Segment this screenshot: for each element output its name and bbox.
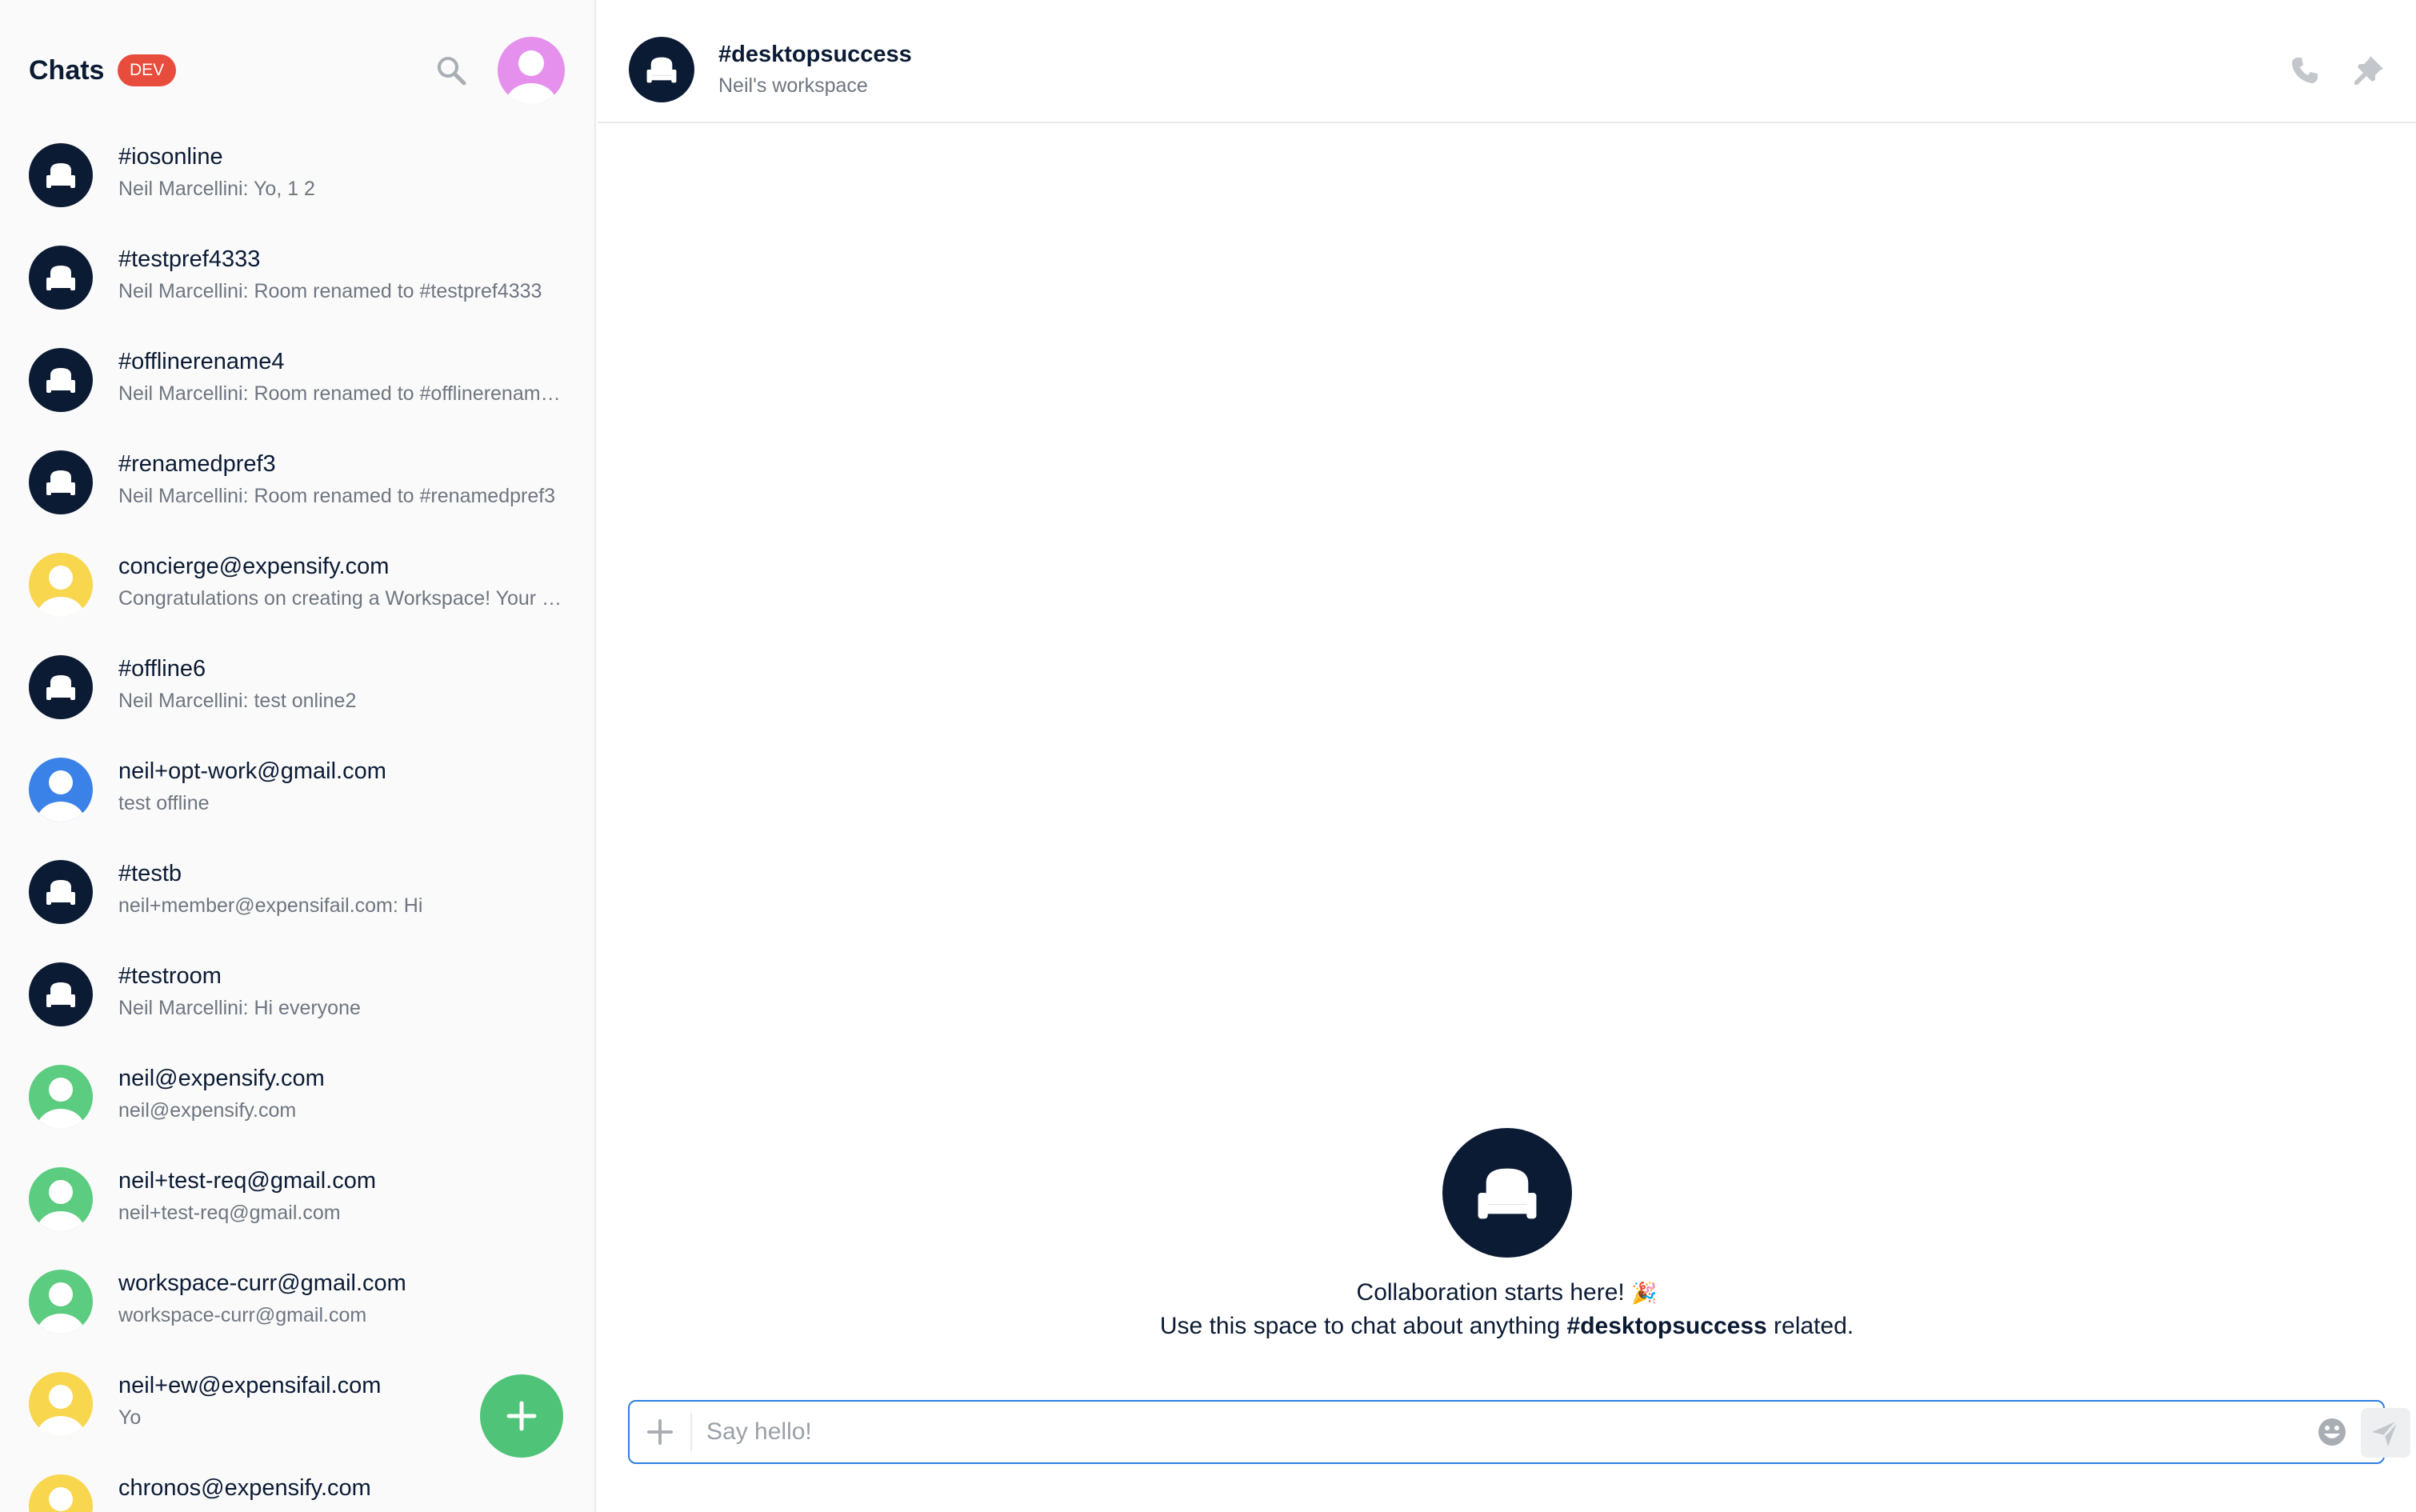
env-badge: DEV [118, 54, 177, 86]
phone-icon[interactable] [2287, 53, 2322, 88]
search-icon[interactable] [434, 53, 469, 88]
chat-name: neil+test-req@gmail.com [118, 1168, 376, 1194]
add-attachment-icon[interactable] [642, 1414, 678, 1450]
room-avatar [29, 246, 93, 310]
user-avatar [29, 1065, 93, 1129]
chat-preview: neil+test-req@gmail.com [118, 1202, 341, 1224]
composer-divider [690, 1413, 692, 1451]
party-popper-icon: 🎉 [1631, 1281, 1658, 1305]
chat-name: #testpref4333 [118, 246, 261, 272]
room-icon [46, 163, 75, 188]
room-icon [46, 266, 75, 290]
user-icon [37, 1282, 85, 1334]
chat-preview: Neil Marcellini: Room renamed to #testpr… [118, 280, 542, 302]
chat-preview: test offline [118, 792, 210, 814]
room-avatar[interactable] [629, 37, 694, 102]
chat-list-item[interactable]: #offlinerename4 Neil Marcellini: Room ren… [0, 333, 594, 435]
room-avatar [29, 962, 93, 1026]
user-avatar [29, 1167, 93, 1231]
user-avatar [29, 1270, 93, 1334]
room-icon [46, 470, 75, 495]
welcome-desc-prefix: Use this space to chat about anything [1159, 1313, 1567, 1339]
chat-preview: Neil Marcellini: test online2 [118, 690, 357, 712]
user-icon [37, 770, 85, 822]
message-input[interactable] [706, 1410, 2226, 1454]
chat-name: neil@expensify.com [118, 1066, 325, 1091]
chat-preview: Neil Marcellini: Hi everyone [118, 997, 361, 1019]
user-icon [49, 1487, 73, 1511]
chat-name: #offlinerename4 [118, 349, 285, 374]
chat-list-item[interactable]: neil+test-req@gmail.com neil+test-req@gma… [0, 1152, 594, 1254]
chat-name: #testb [118, 861, 182, 886]
emoji-icon[interactable] [2316, 1416, 2348, 1448]
chat-list-item[interactable]: concierge@expensify.com Congratulations o… [0, 538, 594, 640]
chat-preview: Congratulations on creating a Workspace!… [118, 587, 562, 610]
chat-list-item[interactable]: neil@expensify.com neil@expensify.com [0, 1050, 594, 1152]
chat-name: chronos@expensify.com [118, 1475, 371, 1501]
chat-list-item[interactable]: chronos@expensify.com [0, 1459, 594, 1512]
room-avatar [29, 860, 93, 924]
message-composer [628, 1400, 2410, 1464]
room-avatar [29, 450, 93, 514]
welcome-description: Use this space to chat about anything #d… [598, 1310, 2416, 1342]
sidebar-header: Chats DEV [0, 0, 594, 136]
chat-preview: neil+member@expensifail.com: Hi [118, 894, 423, 917]
chat-preview: Neil Marcellini: Room renamed to #offlin… [118, 382, 562, 405]
user-icon [37, 1180, 85, 1231]
send-button[interactable] [2361, 1408, 2410, 1458]
user-avatar [29, 1372, 93, 1436]
chat-list: #iosonline Neil Marcellini: Yo, 1 2 #testp… [0, 128, 594, 1512]
room-subtitle: Neil's workspace [718, 74, 868, 97]
chat-preview: neil@expensify.com [118, 1099, 297, 1122]
room-icon [46, 368, 75, 393]
user-avatar [29, 1474, 93, 1512]
pin-icon[interactable] [2351, 53, 2386, 88]
welcome-room-name: #desktopsuccess [1566, 1313, 1767, 1339]
user-avatar[interactable] [498, 37, 565, 104]
user-avatar [29, 553, 93, 617]
chat-name: #iosonline [118, 144, 223, 170]
chat-list-item[interactable]: neil+opt-work@gmail.com test offline [0, 742, 594, 845]
room-avatar [29, 655, 93, 719]
chat-name: concierge@expensify.com [118, 554, 390, 579]
user-avatar [29, 758, 93, 822]
room-icon [46, 675, 75, 700]
user-icon [37, 1385, 85, 1436]
sidebar-title: Chats [29, 55, 105, 86]
user-icon [37, 1078, 85, 1129]
chat-list-item[interactable]: #iosonline Neil Marcellini: Yo, 1 2 [0, 128, 594, 230]
chat-list-item[interactable]: #testroom Neil Marcellini: Hi everyone [0, 947, 594, 1050]
room-icon [46, 982, 75, 1007]
chat-list-item[interactable]: #testb neil+member@expensifail.com: Hi [0, 845, 594, 947]
chat-main: #desktopsuccess Neil's workspace Collabo… [598, 0, 2416, 1512]
chat-list-item[interactable]: #testpref4333 Neil Marcellini: Room renam… [0, 230, 594, 333]
chat-preview: Neil Marcellini: Room renamed to #rename… [118, 485, 556, 507]
chat-name: #testroom [118, 963, 222, 989]
room-avatar [29, 348, 93, 412]
room-avatar [29, 143, 93, 207]
chat-preview: Neil Marcellini: Yo, 1 2 [118, 178, 315, 200]
chat-list-item[interactable]: workspace-curr@gmail.com workspace-curr@g… [0, 1254, 594, 1357]
chat-header: #desktopsuccess Neil's workspace [598, 0, 2416, 123]
chat-name: workspace-curr@gmail.com [118, 1270, 406, 1296]
welcome-heading: Collaboration starts here! 🎉 [598, 1277, 2416, 1309]
room-icon [46, 880, 75, 905]
welcome-desc-suffix: related. [1766, 1313, 1854, 1339]
user-icon [37, 566, 85, 617]
new-chat-button[interactable] [480, 1374, 563, 1458]
welcome-heading-text: Collaboration starts here! [1356, 1279, 1625, 1306]
sidebar: Chats DEV #iosonline Neil Marcellini: Yo,… [0, 0, 596, 1512]
welcome-room-avatar [1442, 1128, 1572, 1258]
chat-list-item[interactable]: #offline6 Neil Marcellini: test online2 [0, 640, 594, 742]
room-title[interactable]: #desktopsuccess [718, 38, 912, 70]
chat-name: neil+opt-work@gmail.com [118, 758, 386, 784]
chat-list-item[interactable]: #renamedpref3 Neil Marcellini: Room renam… [0, 435, 594, 538]
chat-preview: workspace-curr@gmail.com [118, 1304, 367, 1326]
chat-name: #offline6 [118, 656, 206, 682]
chat-name: #renamedpref3 [118, 451, 276, 477]
